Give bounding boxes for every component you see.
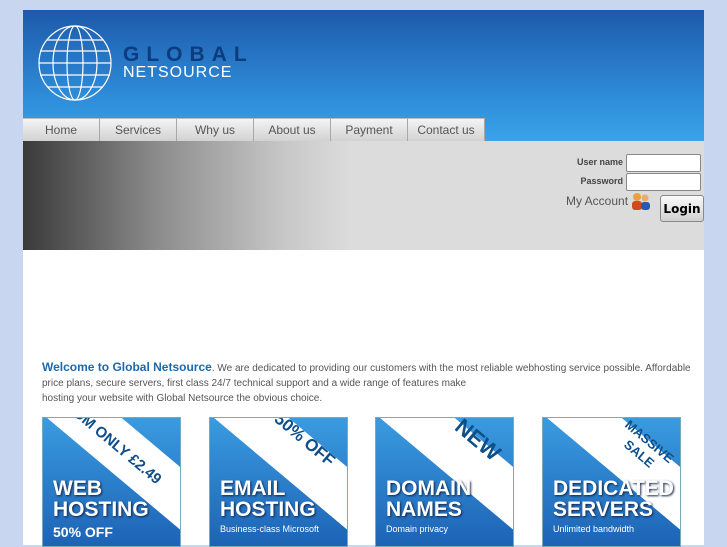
card-domain-names[interactable]: NEW DOMAIN NAMES Domain privacy [375,417,514,547]
login-button[interactable]: Login [660,195,704,222]
users-icon[interactable] [630,191,652,211]
card-title: HOSTING [220,498,316,521]
my-account-link[interactable]: My Account [566,194,628,208]
nav-home[interactable]: Home [23,118,100,141]
nav-payment[interactable]: Payment [331,118,408,141]
card-dedicated-servers[interactable]: MASSIVE SALE DEDICATED SERVERS Unlimited … [542,417,681,547]
card-title: NAMES [386,498,462,521]
banner: User name Password My Account Login [23,141,704,250]
welcome-title: Welcome to Global Netsource [42,360,212,374]
card-subtitle: Business-class Microsoft [220,524,320,534]
card-web-hosting[interactable]: FROM ONLY £2.49 WEBHOSTING 50% OFF [42,417,181,547]
card-subtitle: Domain privacy [386,524,449,534]
card-title: SERVERS [553,498,653,521]
username-input[interactable] [626,154,701,172]
globe-logo-icon [38,25,112,101]
logo-subtext: NETSOURCE [123,64,233,81]
password-input[interactable] [626,173,701,191]
main-nav: Home Services Why us About us Payment Co… [23,118,485,141]
globe-banner-image [23,141,351,250]
nav-why-us[interactable]: Why us [177,118,254,141]
card-title: DOMAIN [386,477,472,500]
card-email-hosting[interactable]: 50% OFF EMAIL HOSTING Business-class Micr… [209,417,348,547]
card-title: DEDICATED [553,477,674,500]
welcome-text: Welcome to Global Netsource. We are dedi… [42,360,704,406]
card-title: HOSTING [53,498,149,521]
nav-services[interactable]: Services [100,118,177,141]
nav-contact-us[interactable]: Contact us [408,118,485,141]
nav-about-us[interactable]: About us [254,118,331,141]
welcome-body-2: hosting your website with Global Netsour… [42,393,323,404]
password-label: Password [580,176,623,186]
username-label: User name [576,157,623,167]
card-title: EMAIL [220,477,286,500]
card-subtitle: 50% OFF [53,524,113,540]
card-title: WEB [53,477,102,500]
header: GLOBAL NETSOURCE Home Services Why us Ab… [23,10,704,141]
card-subtitle: Unlimited bandwidth [553,524,635,534]
